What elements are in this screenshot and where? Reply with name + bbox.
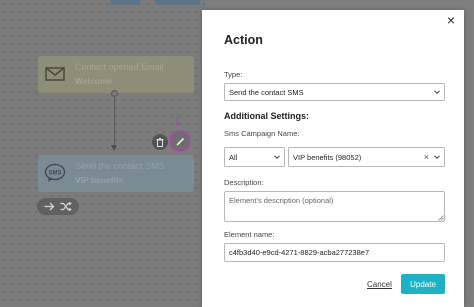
sms-action-node[interactable]: SMS Send the contact SMS VIP benefits [38, 155, 194, 192]
pencil-icon [176, 137, 184, 145]
description-label: Description: [224, 178, 264, 187]
email-trigger-node[interactable]: Contact opened Email Welcome [38, 56, 194, 93]
campaign-filter-value: All [229, 152, 238, 162]
chevron-down-icon [434, 155, 440, 160]
toolbar-tab[interactable] [110, 0, 140, 5]
campaign-name-select[interactable]: VIP benefits (98052) × [288, 147, 445, 167]
arrow-right-icon [44, 202, 55, 211]
edit-node-button[interactable] [171, 132, 189, 150]
connector-line [114, 95, 115, 145]
additional-settings-heading: Additional Settings: [224, 111, 309, 121]
type-select-value: Send the contact SMS [229, 87, 304, 97]
sms-node-subtitle: VIP benefits [75, 175, 124, 185]
toolbar-tab[interactable] [155, 0, 200, 5]
campaign-name-value: VIP benefits (98052) [293, 152, 362, 162]
chevron-down-icon [434, 90, 440, 95]
sms-icon: SMS [44, 162, 66, 184]
update-button[interactable]: Update [401, 274, 445, 294]
close-icon[interactable]: × [444, 13, 458, 27]
element-name-label: Element name: [224, 230, 275, 239]
action-dialog: × Action Type: Send the contact SMS Addi… [202, 10, 464, 307]
email-node-subtitle: Welcome [75, 76, 113, 86]
sms-node-title: Send the contact SMS [75, 161, 165, 171]
svg-text:SMS: SMS [48, 170, 61, 176]
envelope-icon [44, 63, 66, 85]
campaign-filter-select[interactable]: All [224, 147, 285, 167]
trash-icon [156, 137, 164, 147]
workflow-canvas: Contact opened Email Welcome 1 SMS Send … [0, 0, 205, 307]
node-branch-button[interactable] [37, 198, 79, 215]
email-node-title: Contact opened Email [75, 62, 164, 72]
shuffle-icon [60, 202, 72, 211]
delete-node-button[interactable] [152, 134, 168, 150]
resize-grip-icon[interactable] [438, 215, 444, 221]
annotation-marker: 1 [174, 114, 181, 128]
clear-icon[interactable]: × [424, 152, 429, 162]
campaign-label: Sms Campaign Name: [224, 129, 300, 138]
dialog-title: Action [224, 33, 263, 47]
element-name-input[interactable] [224, 243, 445, 262]
type-label: Type: [224, 70, 243, 79]
description-input[interactable] [224, 191, 445, 222]
cancel-link[interactable]: Cancel [367, 280, 392, 289]
connector-arrow [111, 145, 117, 151]
chevron-down-icon [274, 155, 280, 160]
type-select[interactable]: Send the contact SMS [224, 83, 445, 101]
